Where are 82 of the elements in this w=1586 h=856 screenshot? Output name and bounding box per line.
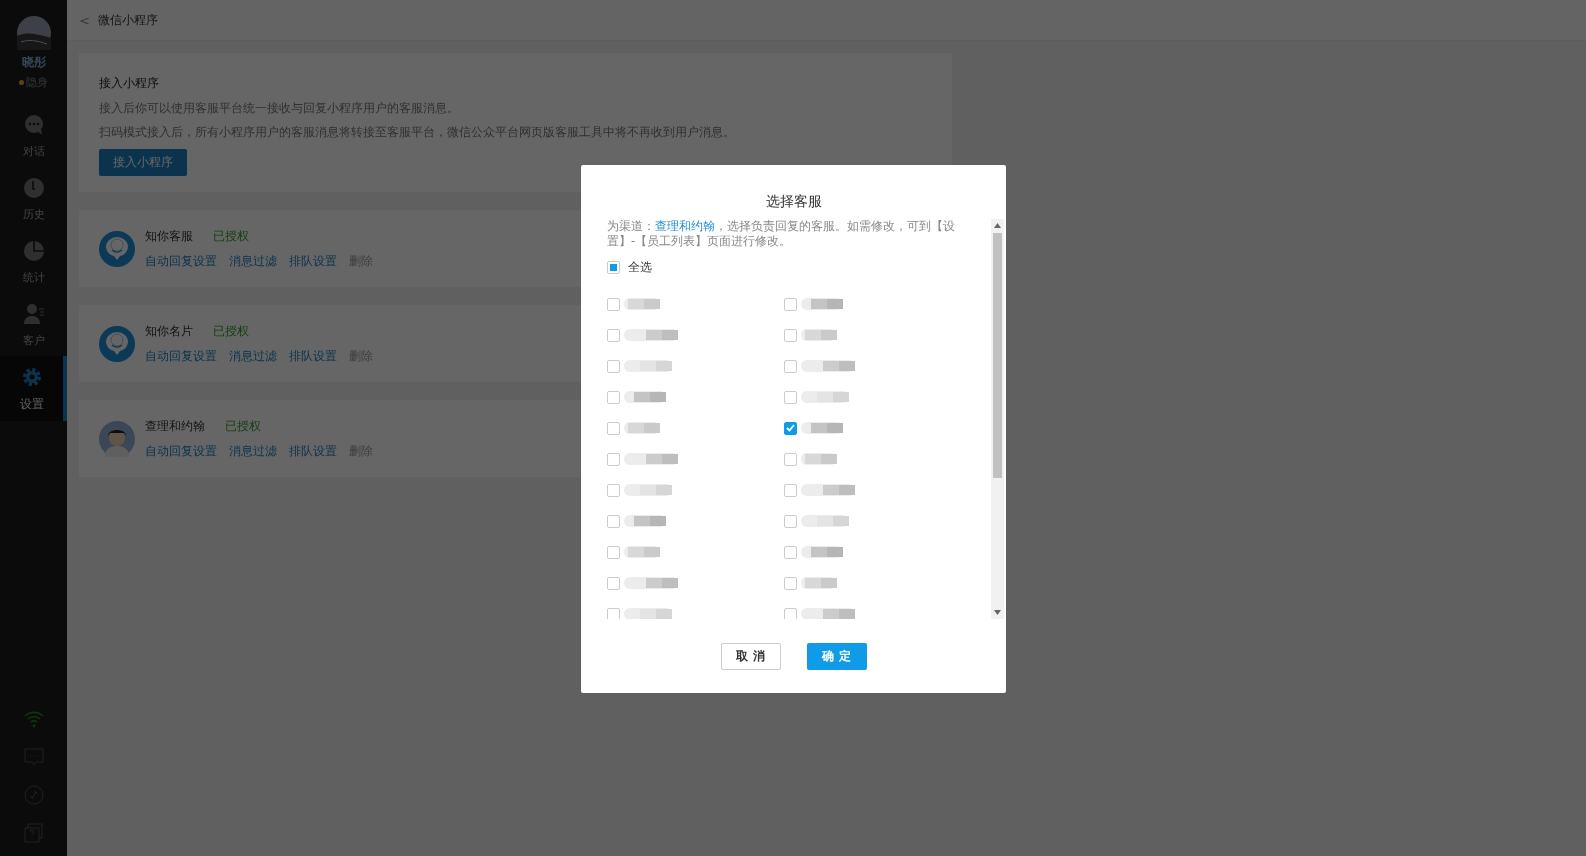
confirm-button[interactable]: 确 定 <box>806 643 867 670</box>
user-name: 晓彤 <box>21 54 46 71</box>
blurred-name <box>801 296 843 312</box>
blurred-name <box>801 420 843 436</box>
blurred-name <box>801 451 837 467</box>
checkbox[interactable] <box>607 390 620 404</box>
checkbox[interactable] <box>784 328 797 342</box>
blurred-name <box>801 482 855 498</box>
cancel-button[interactable]: 取 消 <box>720 643 781 670</box>
action-link[interactable]: 消息过滤 <box>229 252 277 270</box>
scrollbar[interactable] <box>991 219 1004 619</box>
checkbox[interactable] <box>607 328 620 342</box>
speech-bubble-logo-icon <box>99 325 135 362</box>
checkbox[interactable] <box>607 576 620 590</box>
action-link[interactable]: 自动回复设置 <box>145 442 217 460</box>
status-text: 已授权 <box>225 417 261 435</box>
blurred-name <box>801 327 837 343</box>
action-link[interactable]: 排队设置 <box>289 442 337 460</box>
checkbox[interactable] <box>607 514 620 528</box>
clock-icon[interactable] <box>22 177 45 199</box>
checkbox[interactable] <box>607 483 620 497</box>
blurred-name <box>624 575 678 591</box>
action-link[interactable]: 消息过滤 <box>229 347 277 365</box>
checkbox[interactable] <box>784 607 797 619</box>
pie-chart-icon[interactable] <box>22 240 45 262</box>
dialog-title: 选择客服 <box>765 193 822 211</box>
blurred-name <box>624 451 678 467</box>
connect-button[interactable]: 接入小程序 <box>99 149 187 176</box>
checkbox[interactable] <box>607 545 620 559</box>
checkbox[interactable] <box>784 421 797 435</box>
checkbox[interactable] <box>784 390 797 404</box>
blurred-name <box>801 544 843 560</box>
action-link[interactable]: 自动回复设置 <box>145 252 217 270</box>
checkbox[interactable] <box>784 359 797 373</box>
checkbox[interactable] <box>784 297 797 311</box>
page-title: 微信小程序 <box>97 11 158 29</box>
scroll-down-icon[interactable] <box>994 610 1001 615</box>
blurred-name <box>624 482 672 498</box>
blurred-name <box>624 296 660 312</box>
gear-icon[interactable] <box>20 366 43 388</box>
action-link[interactable]: 排队设置 <box>289 347 337 365</box>
person-icon[interactable] <box>22 303 45 325</box>
checkbox[interactable] <box>607 359 620 373</box>
checkbox[interactable] <box>784 576 797 590</box>
app-name: 知你客服 <box>145 227 193 245</box>
sidebar-item[interactable]: 设置 <box>0 356 67 421</box>
status-text: 已授权 <box>213 227 249 245</box>
checkbox[interactable] <box>607 421 620 435</box>
blurred-name <box>801 358 855 374</box>
checkbox[interactable] <box>784 452 797 466</box>
checkbox[interactable] <box>607 607 620 619</box>
action-link[interactable]: 消息过滤 <box>229 442 277 460</box>
scroll-up-icon[interactable] <box>994 223 1001 228</box>
app-name: 查理和约翰 <box>145 417 205 435</box>
action-link[interactable]: 自动回复设置 <box>145 347 217 365</box>
blurred-name <box>624 606 672 619</box>
blurred-name <box>624 389 666 405</box>
checkbox[interactable] <box>607 297 620 311</box>
checkbox[interactable] <box>784 483 797 497</box>
blurred-name <box>624 358 672 374</box>
action-link[interactable]: 排队设置 <box>289 252 337 270</box>
status-text: 已授权 <box>213 322 249 340</box>
checkbox-label: 全选 <box>628 259 652 276</box>
blurred-name <box>801 389 849 405</box>
checkbox[interactable] <box>784 514 797 528</box>
checkbox[interactable] <box>784 545 797 559</box>
section-title: 接入小程序 <box>99 75 159 92</box>
avatar-icon <box>99 420 135 457</box>
blurred-name <box>624 513 666 529</box>
blurred-name <box>801 575 837 591</box>
blurred-name <box>624 420 660 436</box>
chat-bubble-icon[interactable] <box>22 114 45 136</box>
checkbox[interactable] <box>607 452 620 466</box>
select-all-checkbox[interactable] <box>607 261 620 274</box>
back-icon[interactable]: < <box>79 12 90 28</box>
blurred-name <box>801 513 849 529</box>
dialog-description: 为渠道：查理和约翰，选择负责回复的客服。如需修改，可到【设置】-【员工列表】页面进行修改。 <box>607 219 956 249</box>
app-name: 知你名片 <box>145 322 193 340</box>
blurred-name <box>624 544 660 560</box>
speech-bubble-logo-icon <box>99 230 135 267</box>
blurred-name <box>801 606 855 619</box>
blurred-name <box>624 327 678 343</box>
